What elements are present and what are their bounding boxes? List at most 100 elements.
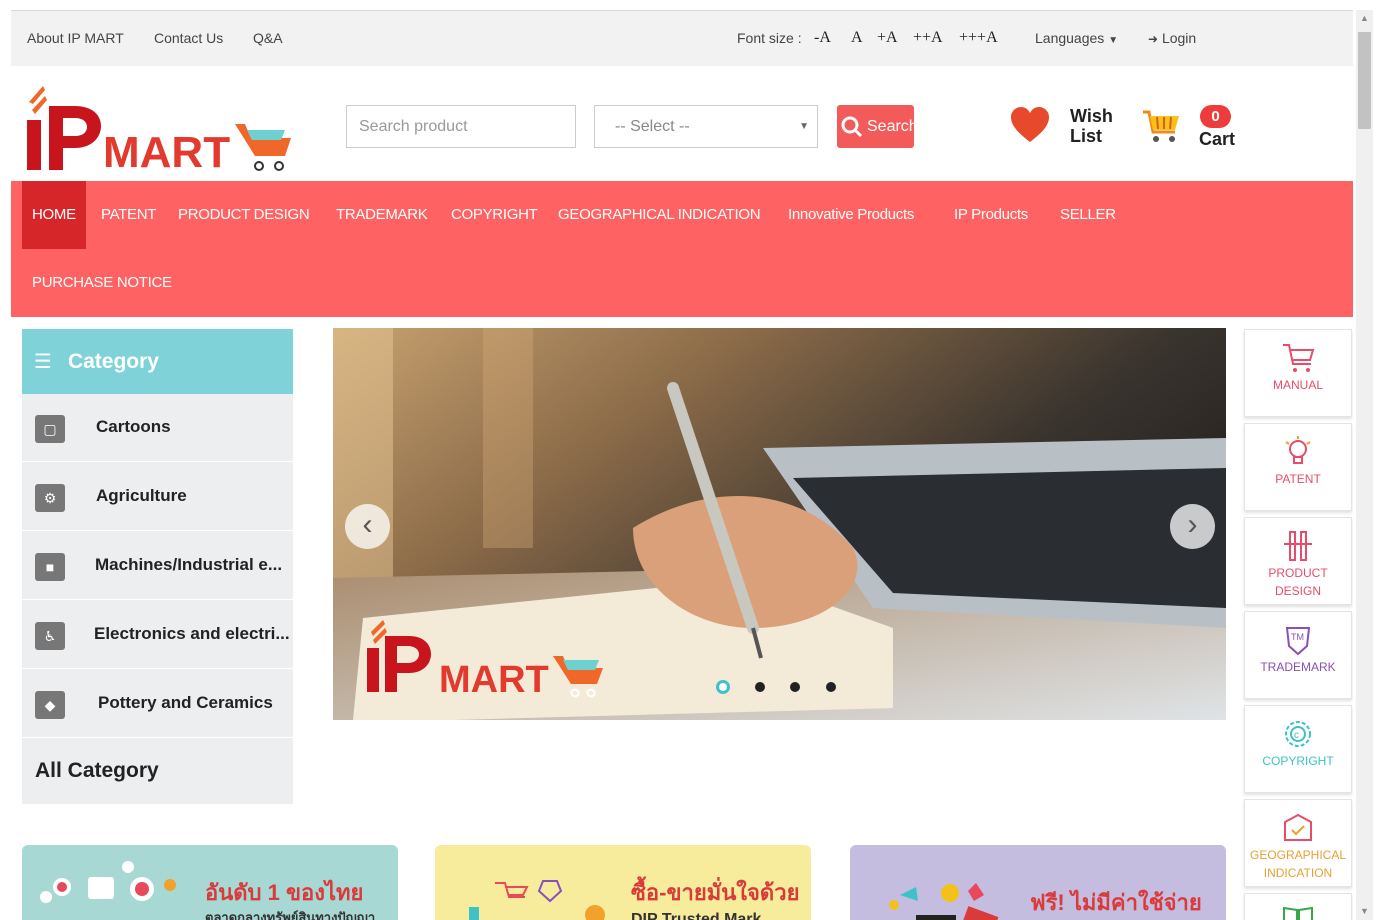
ipmart-logo-graphic: MART xyxy=(27,86,291,177)
gears-icon: ⚙ xyxy=(35,484,65,512)
wishlist-label-line2: List xyxy=(1070,126,1103,146)
font-increase-2-button[interactable]: ++A xyxy=(913,29,943,47)
promo-subtitle: ตลาดกลางทรัพย์สินทางปัญญา xyxy=(205,910,376,920)
quick-link-label: PRODUCT DESIGN xyxy=(1268,566,1328,598)
category-title: Category xyxy=(67,350,159,373)
font-decrease-button[interactable]: -A xyxy=(814,29,831,47)
scroll-down-arrow-icon[interactable]: ▼ xyxy=(1356,903,1373,920)
quick-link-label: COPYRIGHT xyxy=(1262,754,1334,768)
font-size-label: Font size : xyxy=(737,30,802,46)
nav-item-ip-products[interactable]: IP Products xyxy=(944,181,1038,249)
promo-illustration-icon xyxy=(889,883,999,920)
page: About IP MART Contact Us Q&A Font size :… xyxy=(11,10,1353,920)
quick-link-more[interactable] xyxy=(1244,893,1352,920)
svg-text:TM: TM xyxy=(1291,632,1304,642)
category-item-machines[interactable]: ■ Machines/Industrial e... xyxy=(22,532,293,600)
quick-link-copyright[interactable]: c COPYRIGHT xyxy=(1244,705,1352,793)
quick-link-label: MANUAL xyxy=(1272,378,1323,392)
languages-label: Languages xyxy=(1035,30,1105,46)
quick-link-label: GEOGRAPHICAL INDICATION xyxy=(1249,848,1347,880)
quick-link-label: PATENT xyxy=(1275,472,1321,486)
nav-item-innovative-products[interactable]: Innovative Products xyxy=(778,181,924,249)
category-item-label: Machines/Industrial e... xyxy=(95,555,283,574)
design-tool-icon xyxy=(1284,531,1312,561)
caret-down-icon: ▼ xyxy=(799,121,809,132)
wishlist-link[interactable]: Wish List xyxy=(1070,106,1130,146)
nav-item-product-design[interactable]: PRODUCT DESIGN xyxy=(168,181,319,249)
languages-dropdown[interactable]: Languages ▼ xyxy=(1035,30,1118,46)
quick-link-patent[interactable]: PATENT xyxy=(1244,423,1352,511)
slider-dot-3[interactable] xyxy=(790,682,800,692)
cart-icon[interactable] xyxy=(1141,108,1181,149)
map-box-icon xyxy=(1284,813,1312,841)
promo-illustration-icon xyxy=(469,880,605,920)
promo-card-2[interactable]: ซื้อ-ขายมั่นใจด้วย DIP Trusted Mark xyxy=(435,845,811,920)
scroll-up-arrow-icon[interactable]: ▲ xyxy=(1356,10,1373,27)
search-input[interactable]: Search product xyxy=(346,105,576,148)
nav-item-home[interactable]: HOME xyxy=(22,181,86,249)
main-navigation: HOME PATENT PRODUCT DESIGN TRADEMARK COP… xyxy=(11,181,1353,317)
heart-icon[interactable] xyxy=(1009,106,1051,149)
category-item-label: Agriculture xyxy=(96,486,187,505)
search-button[interactable]: Search xyxy=(837,105,914,148)
lightbulb-icon xyxy=(1285,436,1311,464)
promo-card-3[interactable]: ฟรี! ไม่มีค่าใช้จ่าย xyxy=(850,845,1226,920)
category-item-label: Cartoons xyxy=(96,417,171,436)
utility-bar: About IP MART Contact Us Q&A Font size :… xyxy=(11,11,1353,66)
wheelchair-icon: ♿ xyxy=(35,622,65,650)
category-item-label: Electronics and electri... xyxy=(94,624,290,643)
quick-link-geographical-indication[interactable]: GEOGRAPHICAL INDICATION xyxy=(1244,799,1352,887)
category-item-pottery[interactable]: ◆ Pottery and Ceramics xyxy=(22,670,293,738)
category-item-electronics[interactable]: ♿ Electronics and electri... xyxy=(22,601,293,669)
nav-item-copyright[interactable]: COPYRIGHT xyxy=(441,181,547,249)
promo-title: อันดับ 1 ของไทย xyxy=(205,880,364,905)
slider-dot-1[interactable] xyxy=(716,680,730,694)
promo-title: ซื้อ-ขายมั่นใจด้วย xyxy=(631,880,800,905)
category-header[interactable]: ☰ Category xyxy=(22,329,293,394)
monitor-icon: ▢ xyxy=(35,415,65,443)
all-category-link[interactable]: All Category xyxy=(35,759,159,783)
promo-subtitle: DIP Trusted Mark xyxy=(631,911,762,920)
quick-link-trademark[interactable]: TM TRADEMARK xyxy=(1244,611,1352,699)
promo-card-1[interactable]: อันดับ 1 ของไทย ตลาดกลางทรัพย์สินทางปัญญ… xyxy=(22,845,398,920)
slider-prev-button[interactable]: ‹ xyxy=(345,504,390,549)
font-increase-button[interactable]: +A xyxy=(877,29,898,47)
nav-item-purchase-notice[interactable]: PURCHASE NOTICE xyxy=(22,249,182,317)
font-increase-3-button[interactable]: +++A xyxy=(959,29,998,47)
category-item-label: Pottery and Ceramics xyxy=(98,693,273,712)
qa-link[interactable]: Q&A xyxy=(253,30,283,46)
ipmart-logo[interactable]: MART xyxy=(23,76,303,177)
hero-banner-slider[interactable]: MART ‹ › xyxy=(333,328,1226,720)
cart-link[interactable]: Cart xyxy=(1199,129,1235,150)
nav-item-geographical-indication[interactable]: GEOGRAPHICAL INDICATION xyxy=(548,181,770,249)
slider-dot-2[interactable] xyxy=(755,682,765,692)
slider-next-button[interactable]: › xyxy=(1170,504,1215,549)
slider-dot-4[interactable] xyxy=(826,682,836,692)
copyright-gear-icon: c xyxy=(1285,721,1311,747)
login-label: Login xyxy=(1161,30,1197,46)
quick-link-manual[interactable]: MANUAL xyxy=(1244,329,1352,417)
cart-count-badge: 0 xyxy=(1200,105,1231,128)
category-select[interactable]: -- Select -- ▼ xyxy=(594,105,818,148)
nav-item-seller[interactable]: SELLER xyxy=(1050,181,1126,249)
bag-icon: ■ xyxy=(35,553,65,581)
contact-link[interactable]: Contact Us xyxy=(154,30,223,46)
quick-link-product-design[interactable]: PRODUCT DESIGN xyxy=(1244,517,1352,605)
promo-title: ฟรี! ไม่มีค่าใช้จ่าย xyxy=(1030,890,1202,915)
site-header: MART Search product -- Select -- ▼ Searc… xyxy=(11,66,1353,181)
category-item-agriculture[interactable]: ⚙ Agriculture xyxy=(22,463,293,531)
search-button-label: Search xyxy=(867,118,914,135)
banner-logo: MART xyxy=(363,618,643,713)
chevron-left-icon: ‹ xyxy=(362,508,373,541)
about-link[interactable]: About IP MART xyxy=(27,30,124,46)
category-sidebar: ☰ Category ▢ Cartoons ⚙ Agriculture ■ Mac… xyxy=(22,329,293,804)
scroll-thumb[interactable] xyxy=(1358,32,1371,129)
wishlist-label-line1: Wish xyxy=(1070,106,1113,126)
login-link[interactable]: ➜ Login xyxy=(1148,30,1196,46)
nav-item-patent[interactable]: PATENT xyxy=(91,181,166,249)
category-item-cartoons[interactable]: ▢ Cartoons xyxy=(22,394,293,462)
vertical-scrollbar[interactable]: ▲ ▼ xyxy=(1356,10,1373,920)
font-normal-button[interactable]: A xyxy=(851,29,863,47)
trademark-badge-icon: TM xyxy=(1285,627,1311,656)
nav-item-trademark[interactable]: TRADEMARK xyxy=(326,181,437,249)
